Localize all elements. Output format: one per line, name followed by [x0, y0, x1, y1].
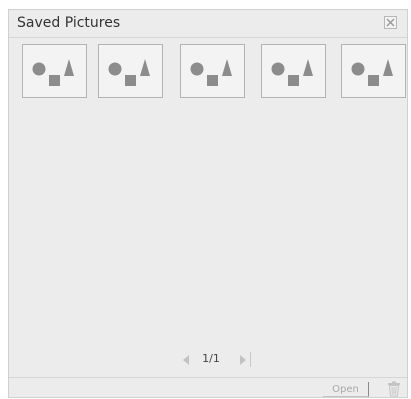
picture-thumbnail[interactable]	[261, 44, 326, 98]
triangle-left-icon[interactable]	[180, 353, 192, 367]
close-button[interactable]	[384, 16, 397, 29]
picture-placeholder-icon	[99, 45, 164, 99]
dialog-title: Saved Pictures	[17, 15, 120, 31]
dialog-titlebar: Saved Pictures	[9, 10, 407, 38]
close-icon	[386, 18, 395, 27]
open-button[interactable]: Open	[323, 382, 369, 397]
picture-placeholder-icon	[23, 45, 88, 99]
saved-pictures-dialog: Saved Pictures	[8, 9, 408, 398]
picture-placeholder-icon	[262, 45, 327, 99]
pager: 1/1	[9, 350, 407, 370]
picture-thumbnail[interactable]	[180, 44, 245, 98]
pager-divider	[250, 352, 251, 367]
page-indicator: 1/1	[199, 352, 223, 365]
dialog-footer: Open	[9, 377, 407, 399]
triangle-right-icon[interactable]	[237, 353, 249, 367]
picture-thumbnail[interactable]	[98, 44, 163, 98]
thumbnail-grid	[22, 44, 402, 104]
trash-icon[interactable]	[387, 381, 401, 397]
picture-thumbnail[interactable]	[341, 44, 406, 98]
picture-placeholder-icon	[181, 45, 246, 99]
picture-thumbnail[interactable]	[22, 44, 87, 98]
picture-placeholder-icon	[342, 45, 407, 99]
